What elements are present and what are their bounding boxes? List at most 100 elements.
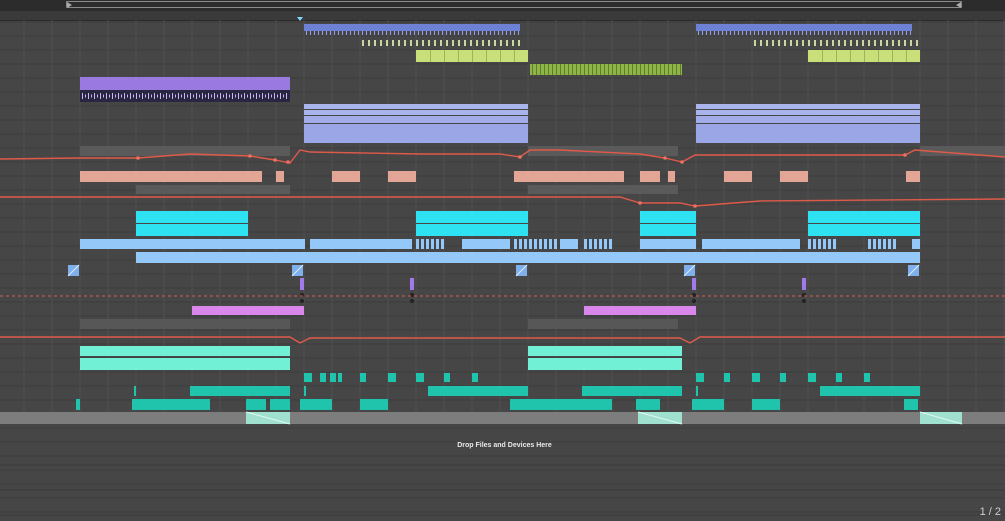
light-blue-note-clip[interactable] — [833, 239, 836, 249]
light-blue-note-clip[interactable] — [529, 239, 532, 249]
light-blue-note-clip[interactable] — [534, 239, 537, 249]
teal-clip[interactable] — [76, 399, 80, 410]
light-blue-note-clip[interactable] — [878, 239, 881, 249]
grey-clip[interactable] — [80, 319, 290, 329]
teal-note-clip[interactable] — [338, 373, 342, 382]
salmon-clip[interactable] — [906, 171, 920, 182]
teal-clip[interactable] — [132, 399, 210, 410]
teal-note-clip[interactable] — [752, 373, 760, 382]
grey-clip[interactable] — [528, 185, 678, 194]
periwinkle-clip[interactable] — [696, 116, 920, 123]
purple-marker-clip[interactable] — [300, 278, 304, 290]
salmon-clip[interactable] — [780, 171, 808, 182]
purple-marker-clip[interactable] — [410, 278, 414, 290]
teal-note-clip[interactable] — [836, 373, 842, 382]
teal-note-clip[interactable] — [696, 373, 704, 382]
salmon-clip[interactable] — [332, 171, 360, 182]
light-blue-note-clip[interactable] — [893, 239, 896, 249]
light-blue-note-clip[interactable] — [888, 239, 891, 249]
salmon-clip[interactable] — [80, 171, 262, 182]
light-blue-note-clip[interactable] — [421, 239, 424, 249]
loop-end-icon[interactable] — [956, 2, 961, 8]
light-blue-note-clip[interactable] — [813, 239, 816, 249]
light-blue-note-clip[interactable] — [883, 239, 886, 249]
teal-clip[interactable] — [190, 386, 290, 396]
light-blue-note-clip[interactable] — [549, 239, 552, 249]
light-blue-note-clip[interactable] — [524, 239, 527, 249]
light-blue-clip[interactable] — [912, 239, 920, 249]
periwinkle-clip[interactable] — [696, 124, 920, 143]
teal-clip[interactable] — [300, 399, 332, 410]
arrangement-view[interactable]: Drop Files and Devices Here 1 / 2 — [0, 0, 1005, 521]
purple-clip[interactable] — [80, 77, 290, 90]
teal-note-clip[interactable] — [864, 373, 870, 382]
teal-clip[interactable] — [246, 399, 266, 410]
teal-clip[interactable] — [510, 399, 612, 410]
grey-clip[interactable] — [528, 146, 678, 156]
light-blue-clip[interactable] — [80, 239, 305, 249]
teal-note-clip[interactable] — [330, 373, 336, 382]
cyan-clip[interactable] — [416, 211, 528, 223]
teal-clip[interactable] — [360, 399, 388, 410]
light-blue-note-clip[interactable] — [426, 239, 429, 249]
light-blue-note-clip[interactable] — [544, 239, 547, 249]
light-blue-note-clip[interactable] — [594, 239, 597, 249]
light-blue-note-clip[interactable] — [431, 239, 434, 249]
purple-marker-clip[interactable] — [692, 278, 696, 290]
light-blue-note-clip[interactable] — [497, 239, 500, 249]
light-blue-clip[interactable] — [310, 239, 412, 249]
teal-clip[interactable] — [820, 386, 920, 396]
light-blue-clip[interactable] — [462, 239, 510, 249]
light-blue-clip[interactable] — [136, 252, 920, 263]
salmon-clip[interactable] — [276, 171, 284, 182]
light-blue-note-clip[interactable] — [584, 239, 587, 249]
aqua-clip[interactable] — [528, 346, 682, 356]
aqua-clip[interactable] — [528, 358, 682, 370]
light-blue-note-clip[interactable] — [609, 239, 612, 249]
cyan-clip[interactable] — [136, 211, 248, 223]
periwinkle-clip[interactable] — [304, 104, 528, 109]
teal-clip[interactable] — [428, 386, 528, 396]
blue-clip[interactable] — [696, 24, 912, 31]
cyan-clip[interactable] — [136, 224, 248, 236]
light-blue-note-clip[interactable] — [604, 239, 607, 249]
periwinkle-clip[interactable] — [696, 110, 920, 115]
aqua-clip[interactable] — [80, 346, 290, 356]
periwinkle-clip[interactable] — [304, 124, 528, 143]
light-blue-note-clip[interactable] — [436, 239, 439, 249]
salmon-clip[interactable] — [724, 171, 752, 182]
light-blue-note-clip[interactable] — [589, 239, 592, 249]
light-blue-note-clip[interactable] — [539, 239, 542, 249]
periwinkle-clip[interactable] — [304, 110, 528, 115]
salmon-clip[interactable] — [668, 171, 675, 182]
light-blue-note-clip[interactable] — [554, 239, 557, 249]
teal-note-clip[interactable] — [320, 373, 326, 382]
light-blue-clip[interactable] — [560, 239, 578, 249]
light-blue-note-clip[interactable] — [873, 239, 876, 249]
teal-clip[interactable] — [134, 386, 136, 396]
light-blue-note-clip[interactable] — [828, 239, 831, 249]
light-blue-note-clip[interactable] — [823, 239, 826, 249]
grey-clip[interactable] — [136, 185, 290, 194]
periwinkle-clip[interactable] — [304, 116, 528, 123]
cyan-clip[interactable] — [808, 224, 920, 236]
salmon-clip[interactable] — [388, 171, 416, 182]
light-blue-note-clip[interactable] — [519, 239, 522, 249]
light-blue-note-clip[interactable] — [482, 239, 485, 249]
teal-note-clip[interactable] — [444, 373, 450, 382]
grey-clip[interactable] — [528, 319, 678, 329]
teal-clip[interactable] — [636, 399, 660, 410]
light-blue-note-clip[interactable] — [868, 239, 871, 249]
light-blue-note-clip[interactable] — [441, 239, 444, 249]
light-blue-note-clip[interactable] — [514, 239, 517, 249]
light-blue-note-clip[interactable] — [818, 239, 821, 249]
teal-note-clip[interactable] — [360, 373, 366, 382]
cyan-clip[interactable] — [640, 224, 696, 236]
grey-track-clip[interactable] — [0, 412, 1005, 424]
teal-clip[interactable] — [752, 399, 780, 410]
light-blue-clip[interactable] — [702, 239, 800, 249]
loop-brace[interactable] — [66, 1, 962, 8]
teal-clip[interactable] — [582, 386, 682, 396]
teal-clip[interactable] — [304, 386, 306, 396]
loop-start-icon[interactable] — [67, 2, 72, 8]
